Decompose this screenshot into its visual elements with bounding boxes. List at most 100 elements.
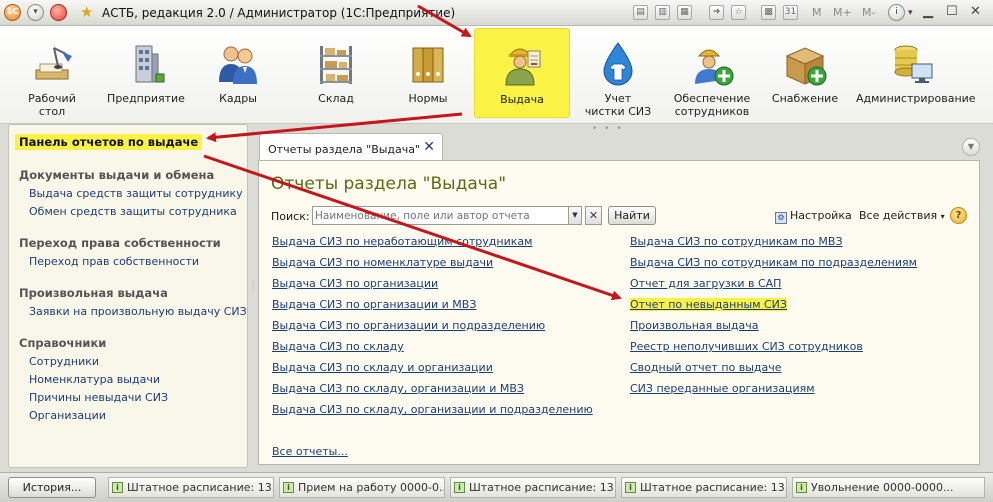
chevron-down-icon: ▾	[940, 212, 945, 221]
report-link[interactable]: Выдача СИЗ по организации и МВЗ	[272, 298, 476, 311]
people-icon	[219, 46, 257, 84]
tab-label: Отчеты раздела "Выдача"	[268, 143, 421, 156]
desk-lamp-icon	[35, 47, 72, 80]
panel-link[interactable]: Организации	[29, 409, 106, 422]
page-title: Отчеты раздела "Выдача"	[271, 174, 507, 194]
help-icon[interactable]: ?	[950, 207, 967, 224]
reports-form: Отчеты раздела "Выдача" Поиск: ▼ ✕ Найти…	[258, 160, 980, 465]
section-provision[interactable]: Обеспечение сотрудников	[670, 28, 754, 118]
open-window-item[interactable]: i Прием на работу 0000-0...	[279, 477, 445, 498]
all-reports-link[interactable]: Все отчеты...	[272, 445, 348, 458]
memory-button[interactable]: M	[812, 6, 822, 19]
report-link[interactable]: Выдача СИЗ по складу, организации и подр…	[272, 403, 593, 416]
report-link-highlighted[interactable]: Отчет по невыданным СИЗ	[630, 298, 787, 311]
section-cleaning[interactable]: Учет чистки СИЗ	[578, 28, 658, 118]
section-administration[interactable]: Администрирование	[856, 28, 976, 118]
open-window-item[interactable]: i Штатное расписание: 13...	[108, 477, 274, 498]
open-window-item[interactable]: i Увольнение 0000-0000...	[792, 477, 985, 498]
open-window-item[interactable]: i Штатное расписание: 13...	[621, 477, 787, 498]
report-link[interactable]: Выдача СИЗ по складу и организации	[272, 361, 493, 374]
section-supply[interactable]: Снабжение	[768, 28, 842, 118]
group-heading: Переход права собственности	[19, 236, 221, 250]
group-heading: Произвольная выдача	[19, 286, 168, 300]
panel-link[interactable]: Сотрудники	[29, 355, 99, 368]
section-personnel[interactable]: Кадры	[202, 28, 274, 118]
panel-link[interactable]: Выдача средств защиты сотруднику	[29, 187, 243, 200]
report-link[interactable]: СИЗ переданные организациям	[630, 382, 815, 395]
report-link[interactable]: Выдача СИЗ по сотрудникам по МВЗ	[630, 235, 843, 248]
report-link[interactable]: Сводный отчет по выдаче	[630, 361, 782, 374]
tab-reports-issuance[interactable]: Отчеты раздела "Выдача" ✕	[259, 133, 443, 161]
search-label: Поиск:	[271, 210, 310, 223]
preview-icon[interactable]: ▦	[677, 5, 692, 20]
settings-icon: ⚙	[775, 212, 787, 224]
section-issuance[interactable]: Выдача	[474, 28, 570, 118]
find-button[interactable]: Найти	[608, 206, 656, 225]
group-heading: Документы выдачи и обмена	[19, 168, 215, 182]
settings-label: Настройка	[790, 209, 852, 222]
memory-plus-button[interactable]: M+	[833, 6, 852, 19]
minimize-button[interactable]: ▁	[923, 4, 933, 19]
memory-minus-button[interactable]: M-	[862, 6, 875, 19]
close-window-button[interactable]: ✕	[970, 4, 981, 19]
building-icon	[135, 45, 165, 83]
open-windows-bar: История... i Штатное расписание: 13... iП…	[0, 472, 993, 502]
box-add-icon	[785, 47, 827, 86]
group-heading: Справочники	[19, 336, 107, 350]
document-info-icon: i	[454, 482, 465, 493]
panel-link[interactable]: Причины невыдачи СИЗ	[29, 391, 168, 404]
report-link[interactable]: Выдача СИЗ по складу, организации и МВЗ	[272, 382, 524, 395]
report-link[interactable]: Выдача СИЗ по сотрудникам по подразделен…	[630, 256, 917, 269]
app-menu-button[interactable]: 1С	[4, 4, 21, 21]
print-icon[interactable]: ▥	[655, 5, 670, 20]
report-link[interactable]: Реестр неполучивших СИЗ сотрудников	[630, 340, 863, 353]
clear-search-icon[interactable]: ✕	[585, 206, 602, 225]
section-norms[interactable]: Нормы	[392, 28, 464, 118]
panel-link[interactable]: Номенклатура выдачи	[29, 373, 160, 386]
report-link[interactable]: Произвольная выдача	[630, 319, 759, 332]
worker-icon	[505, 48, 541, 86]
search-input[interactable]	[315, 208, 569, 223]
favorites-icon[interactable]: ☆	[731, 5, 746, 20]
info-dropdown-icon[interactable]: ▾	[908, 8, 913, 18]
shelves-icon	[320, 46, 352, 84]
collapse-panel-icon[interactable]: ▼	[962, 138, 980, 156]
settings-button[interactable]: ⚙ Настройка	[775, 209, 852, 224]
search-field: ▼	[312, 206, 582, 225]
open-window-item[interactable]: i Штатное расписание: 13...	[450, 477, 616, 498]
report-link[interactable]: Выдача СИЗ по складу	[272, 340, 404, 353]
report-link[interactable]: Выдача СИЗ по организации	[272, 277, 438, 290]
history-button[interactable]: История...	[8, 477, 96, 498]
close-tab-icon[interactable]: ✕	[423, 139, 435, 155]
navigate-icon[interactable]: ➜	[709, 5, 724, 20]
save-icon[interactable]: ▤	[633, 5, 648, 20]
report-link[interactable]: Выдача СИЗ по организации и подразделени…	[272, 319, 545, 332]
window-title: АСТБ, редакция 2.0 / Администратор (1С:П…	[102, 6, 456, 20]
calendar-icon[interactable]: 31	[783, 5, 798, 20]
document-info-icon: i	[796, 482, 807, 493]
report-link[interactable]: Выдача СИЗ по номенклатуре выдачи	[272, 256, 493, 269]
section-warehouse[interactable]: Склад	[300, 28, 372, 118]
document-info-icon: i	[112, 482, 123, 493]
all-actions-menu[interactable]: Все действия ▾	[859, 209, 945, 222]
panel-title: Панель отчетов по выдаче	[15, 134, 203, 150]
maximize-button[interactable]: ☐	[946, 4, 958, 19]
report-link[interactable]: Отчет для загрузки в САП	[630, 277, 781, 290]
section-enterprise[interactable]: Предприятие	[104, 28, 188, 118]
dropdown-menu-button[interactable]: ▾	[27, 4, 44, 21]
report-link[interactable]: Выдача СИЗ по неработающим сотрудникам	[272, 235, 532, 248]
panel-link[interactable]: Переход прав собственности	[29, 255, 199, 268]
section-desktop[interactable]: Рабочий стол	[14, 28, 90, 118]
info-icon[interactable]: i	[888, 4, 905, 21]
panel-link[interactable]: Заявки на произвольную выдачу СИЗ	[29, 305, 247, 318]
panel-splitter[interactable]: ⋮ ⋮	[250, 280, 257, 294]
favorites-star-icon[interactable]: ★	[80, 3, 93, 21]
panel-link[interactable]: Обмен средств защиты сотрудника	[29, 205, 237, 218]
section-label: Выдача	[500, 93, 544, 106]
search-dropdown-icon[interactable]: ▼	[568, 206, 582, 225]
section-label: Склад	[318, 92, 354, 105]
section-label: Кадры	[219, 92, 257, 105]
calculator-icon[interactable]: ▩	[761, 5, 776, 20]
close-app-button[interactable]	[50, 4, 67, 21]
title-bar: 1С ▾ ★ АСТБ, редакция 2.0 / Администрато…	[0, 0, 993, 26]
